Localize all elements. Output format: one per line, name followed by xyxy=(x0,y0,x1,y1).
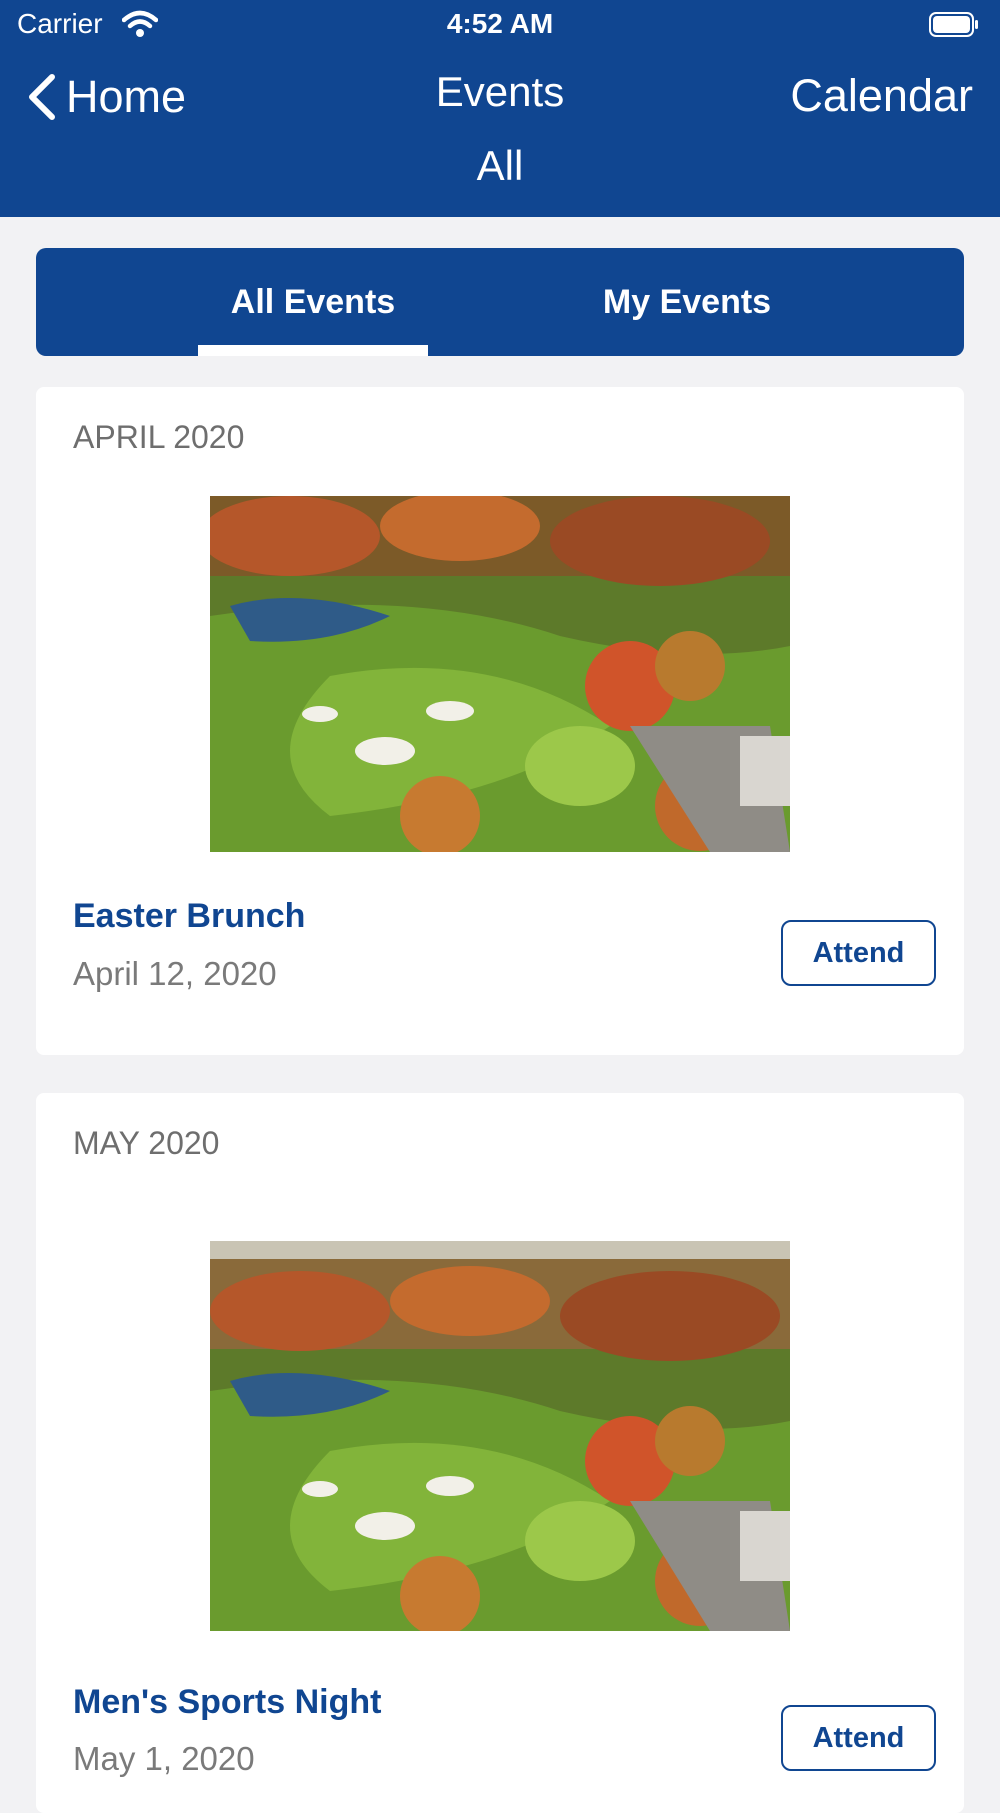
battery-icon xyxy=(929,12,978,37)
calendar-button[interactable]: Calendar xyxy=(790,70,973,122)
event-image[interactable] xyxy=(210,496,790,852)
selected-tab-indicator xyxy=(198,345,428,356)
tab-all-events[interactable]: All Events xyxy=(198,248,428,356)
event-date: May 1, 2020 xyxy=(73,1740,255,1777)
month-header: MAY 2020 xyxy=(73,1125,220,1161)
attend-button[interactable]: Attend xyxy=(781,920,936,986)
attend-button[interactable]: Attend xyxy=(781,1705,936,1771)
month-header: APRIL 2020 xyxy=(73,419,245,455)
clock: 4:52 AM xyxy=(446,8,554,39)
tab-my-events[interactable]: My Events xyxy=(572,248,802,356)
event-title[interactable]: Men's Sports Night xyxy=(73,1683,381,1722)
event-card-april: APRIL 2020 Easter Brunch April 12, 2020 … xyxy=(36,387,964,1055)
status-bar: Carrier 4:52 AM xyxy=(0,0,1000,50)
segment-tabs: All Events My Events xyxy=(36,248,964,356)
nav-header: Carrier 4:52 AM Home Events All Calendar xyxy=(0,0,1000,217)
event-title[interactable]: Easter Brunch xyxy=(73,897,305,936)
event-card-may: MAY 2020 Men's Sports Night May 1, 2020 … xyxy=(36,1093,964,1813)
event-image[interactable] xyxy=(210,1241,790,1631)
golf-course-photo-icon xyxy=(210,496,790,852)
event-date: April 12, 2020 xyxy=(73,955,277,992)
golf-course-photo-icon xyxy=(210,1241,790,1631)
page-subtitle: All xyxy=(476,142,524,189)
